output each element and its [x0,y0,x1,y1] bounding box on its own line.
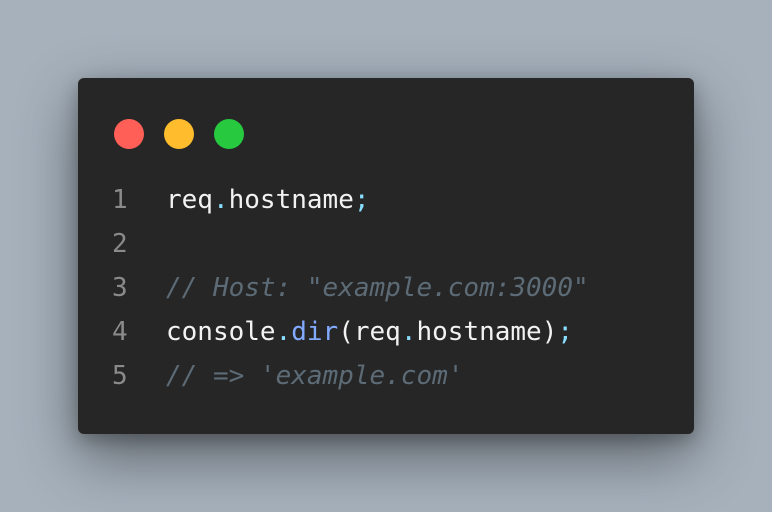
line-content: // Host: "example.com:3000" [166,273,589,303]
line-content: console.dir(req.hostname); [166,317,573,347]
code-token: hostname [228,185,354,215]
line-number: 1 [112,185,128,215]
code-token: console [166,317,276,347]
line-content: // => 'example.com' [166,361,463,391]
minimize-dot-icon[interactable] [164,119,194,149]
line-number: 5 [112,361,128,391]
code-line: 4 console.dir(req.hostname); [112,310,674,354]
close-dot-icon[interactable] [114,119,144,149]
code-token: req [166,185,213,215]
code-token: (req [338,317,401,347]
code-token: . [400,317,417,347]
code-token: dir [291,317,339,347]
line-number: 2 [112,229,128,259]
line-content: req.hostname; [166,185,370,215]
code-line: 1 req.hostname; [112,178,674,222]
code-comment: // Host: "example.com:3000" [166,273,589,303]
code-comment: // => 'example.com' [166,361,464,391]
line-number: 3 [112,273,128,303]
window-controls [114,119,244,149]
code-line: 3 // Host: "example.com:3000" [112,266,674,310]
code-block: 1 req.hostname; 2 3// Host: "example.com:30… [112,178,674,398]
line-number: 4 [112,317,128,347]
code-token: hostname) [416,317,558,347]
code-window: 1 req.hostname; 2 3// Host: "example.com:30… [78,78,694,434]
code-line: 2 [112,222,674,266]
code-token: ; [557,317,574,347]
code-token: . [212,185,229,215]
code-token: ; [353,185,370,215]
code-token: . [275,317,292,347]
code-line: 5 // => 'example.com' [112,354,674,398]
maximize-dot-icon[interactable] [214,119,244,149]
